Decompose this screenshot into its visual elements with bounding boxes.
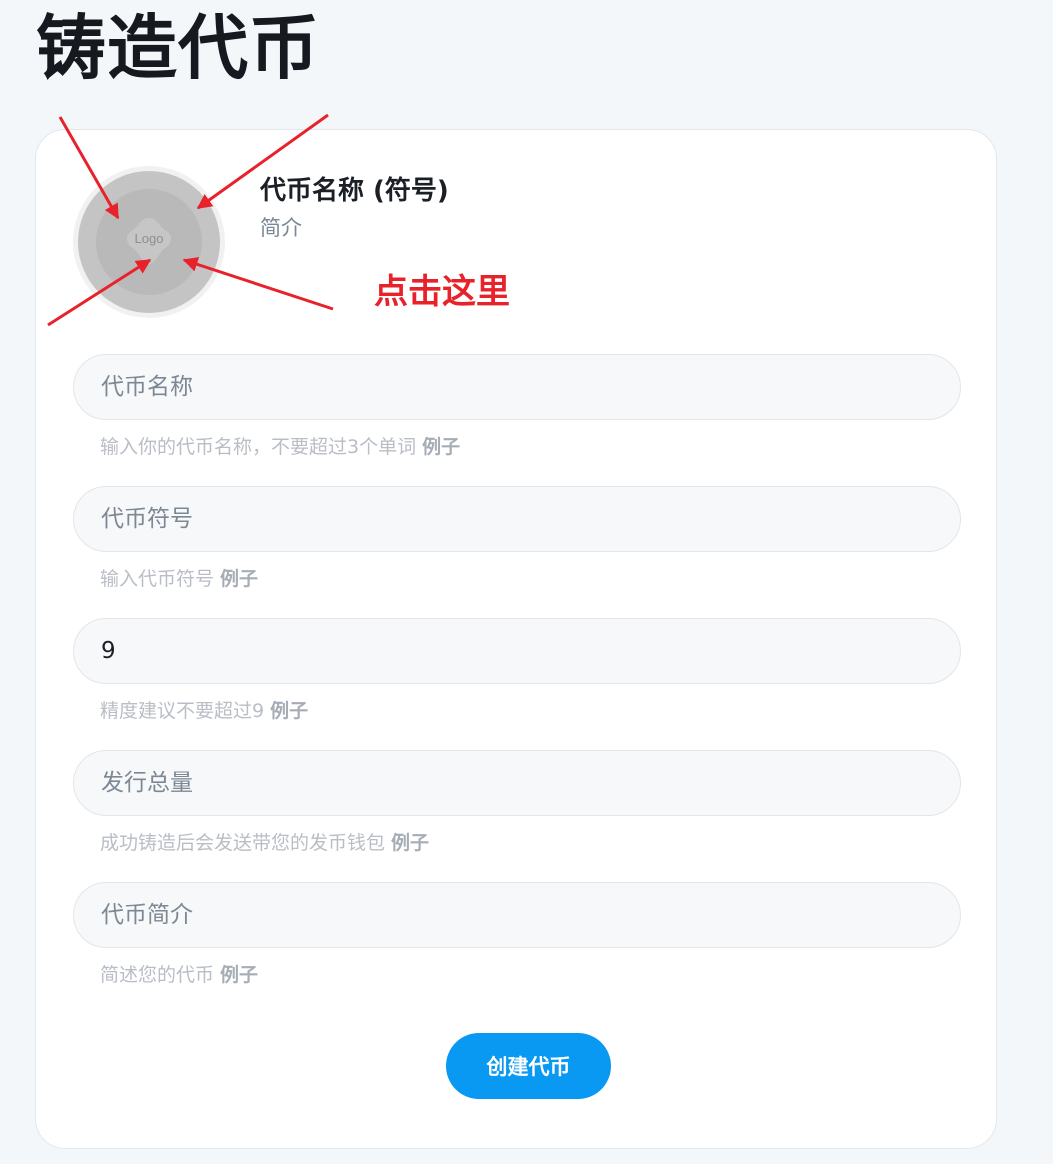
token-decimals-help: 精度建议不要超过9 例子 (100, 696, 308, 723)
token-name-example-link[interactable]: 例子 (422, 436, 460, 458)
token-decimals-example-link[interactable]: 例子 (270, 700, 308, 722)
logo-placeholder: Logo (96, 189, 202, 295)
token-name-help-text: 输入你的代币名称，不要超过3个单词 (100, 436, 417, 458)
token-symbol-input[interactable] (73, 486, 961, 552)
token-decimals-help-text: 精度建议不要超过9 (100, 700, 265, 722)
create-token-button[interactable]: 创建代币 (446, 1033, 611, 1099)
token-name-input[interactable] (73, 354, 961, 420)
token-description-example-link[interactable]: 例子 (220, 964, 258, 986)
logo-label: Logo (134, 231, 164, 246)
token-form-card: Logo 代币名称 (符号) 简介 点击这里 输入你的代币名称，不要超过3个单词… (35, 129, 997, 1149)
logo-upload[interactable]: Logo (73, 166, 225, 318)
token-description-help-text: 简述您的代币 (100, 964, 215, 986)
token-decimals-input[interactable] (73, 618, 961, 684)
token-symbol-help: 输入代币符号 例子 (100, 564, 258, 591)
token-subtitle: 简介 (260, 216, 302, 240)
click-here-annotation: 点击这里 (374, 272, 510, 312)
token-description-help: 简述您的代币 例子 (100, 960, 258, 987)
token-description-input[interactable] (73, 882, 961, 948)
token-name-help: 输入你的代币名称，不要超过3个单词 例子 (100, 432, 460, 459)
token-supply-help: 成功铸造后会发送带您的发币钱包 例子 (100, 828, 429, 855)
page-title: 铸造代币 (36, 7, 320, 89)
token-name-heading: 代币名称 (符号) (260, 176, 449, 206)
token-symbol-example-link[interactable]: 例子 (220, 568, 258, 590)
logo-ring: Logo (78, 171, 220, 313)
token-symbol-help-text: 输入代币符号 (100, 568, 215, 590)
token-supply-example-link[interactable]: 例子 (391, 832, 429, 854)
token-supply-help-text: 成功铸造后会发送带您的发币钱包 (100, 832, 386, 854)
token-supply-input[interactable] (73, 750, 961, 816)
